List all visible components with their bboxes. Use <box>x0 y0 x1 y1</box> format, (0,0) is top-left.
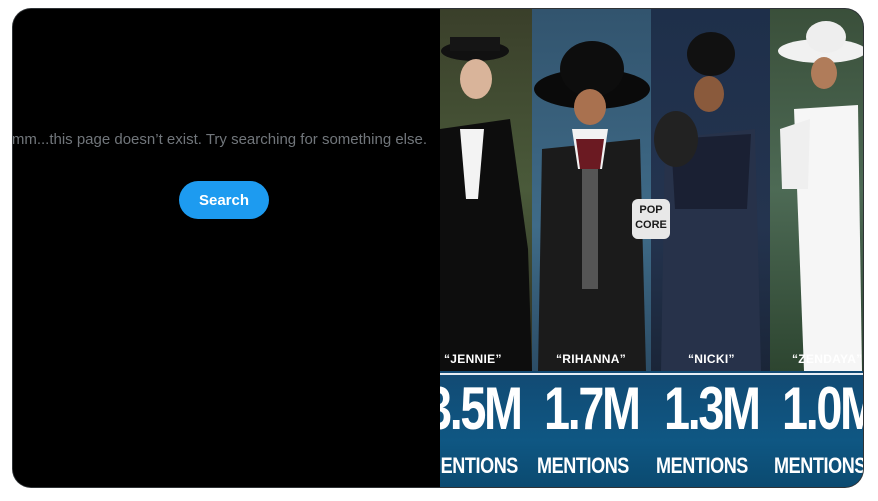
search-button[interactable]: Search <box>179 181 269 219</box>
mentions-label-jennie: MENTIONS <box>440 453 518 478</box>
figure-nicki <box>654 32 761 371</box>
photo-panel-zendaya <box>770 9 863 371</box>
count-nicki: 1.3M <box>664 375 761 442</box>
figure-zendaya <box>778 21 863 371</box>
count-jennie: 3.5M <box>440 375 523 442</box>
name-label-jennie: “JENNIE” <box>444 352 502 366</box>
count-rihanna: 1.7M <box>544 375 641 442</box>
name-label-zendaya: “ZENDAYA” <box>792 352 863 366</box>
tweet-media-card: Hmm...this page doesn’t exist. Try searc… <box>13 9 863 487</box>
count-zendaya: 1.0M <box>782 375 863 442</box>
photo-panel-rihanna <box>532 9 651 371</box>
name-label-nicki: “NICKI” <box>688 352 735 366</box>
mentions-label-rihanna: MENTIONS <box>537 453 629 478</box>
error-panel: Hmm...this page doesn’t exist. Try searc… <box>13 9 440 487</box>
photo-panel-nicki <box>651 9 770 371</box>
popcore-logo: POP CORE <box>632 199 670 239</box>
figure-rihanna <box>534 41 650 371</box>
mentions-label-nicki: MENTIONS <box>656 453 748 478</box>
figure-jennie <box>440 37 532 371</box>
photo-panel-jennie <box>440 9 532 371</box>
name-label-rihanna: “RIHANNA” <box>556 352 627 366</box>
media-image[interactable]: POP CORE “JENNIE” “RIHANNA” “NICKI” “ZEN… <box>440 9 863 487</box>
page-not-found-message: Hmm...this page doesn’t exist. Try searc… <box>13 131 428 148</box>
mentions-label-zendaya: MENTIONS <box>774 453 863 478</box>
